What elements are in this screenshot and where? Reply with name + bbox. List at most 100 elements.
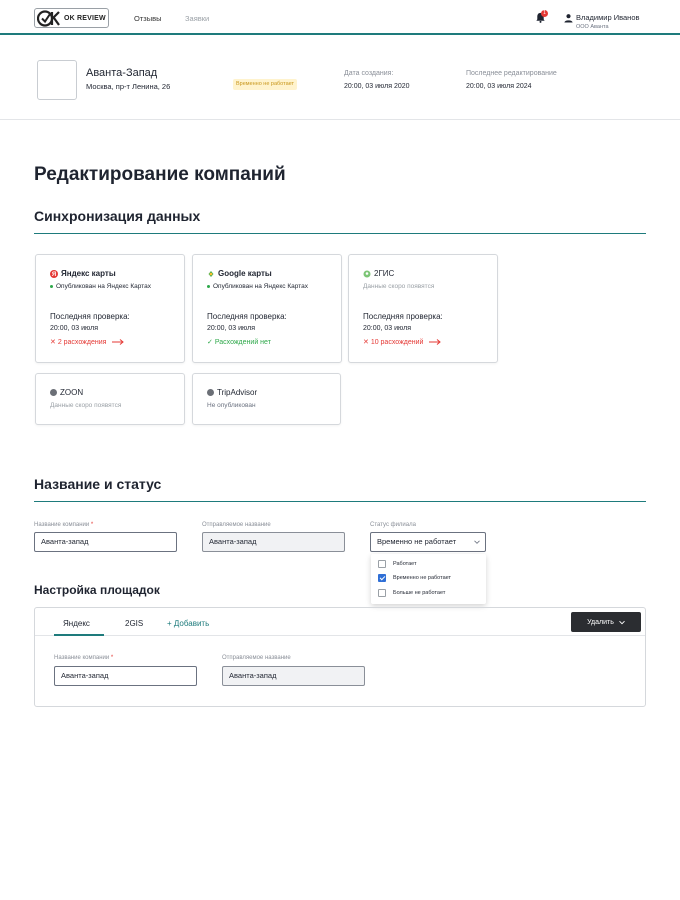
- platform-card-yandex[interactable]: Я Яндекс карты Опубликован на Яндекс Кар…: [35, 254, 185, 363]
- card-status-text: Опубликован на Яндекс Картах: [56, 283, 151, 290]
- card-name: Google карты: [218, 269, 272, 278]
- edited-value: 20:00, 03 июля 2024: [466, 83, 532, 90]
- cross-icon: ✕: [363, 339, 371, 346]
- platform-card-tripadvisor[interactable]: TripAdvisor Не опубликован: [192, 373, 341, 425]
- branch-status-label: Статус филиала: [370, 522, 416, 528]
- diff-link[interactable]: ✕ 2 расхождения: [50, 338, 125, 346]
- check-label: Последняя проверка:: [50, 312, 130, 321]
- check-label: Последняя проверка:: [363, 312, 443, 321]
- published-dot-icon: [50, 285, 53, 288]
- status-option-temporarily-closed[interactable]: Временно не работает: [378, 574, 451, 582]
- required-mark: *: [90, 522, 94, 528]
- platforms-panel: Яндекс 2GIS + Добавить Удалить Название …: [34, 607, 646, 707]
- card-status: Опубликован на Яндекс Картах: [50, 283, 151, 290]
- company-header: Аванта-Запад Москва, пр-т Ленина, 26 Вре…: [0, 35, 680, 120]
- check-icon: ✓: [207, 339, 215, 346]
- logo-mark-icon: [37, 9, 60, 27]
- 2gis-icon: [363, 270, 371, 277]
- diff-text: 2 расхождения: [57, 338, 107, 346]
- chevron-down-icon: [619, 620, 625, 624]
- published-dot-icon: [207, 285, 210, 288]
- tab-2gis[interactable]: 2GIS: [125, 619, 143, 628]
- nav-requests[interactable]: Заявки: [185, 14, 209, 23]
- user-name[interactable]: Владимир Иванов: [576, 13, 639, 22]
- branch-status-select[interactable]: Временно не работает: [370, 532, 486, 552]
- card-title: Я Яндекс карты: [50, 269, 116, 278]
- company-name: Аванта-Запад: [86, 67, 158, 79]
- user-icon[interactable]: [564, 13, 573, 23]
- platform-card-google[interactable]: Google карты Опубликован на Яндекс Карта…: [192, 254, 342, 363]
- platform-tabs: Яндекс 2GIS + Добавить Удалить: [35, 608, 645, 636]
- nav-reviews[interactable]: Отзывы: [134, 14, 161, 23]
- yandex-icon: Я: [50, 269, 58, 278]
- platform-company-name-label: Название компании *: [54, 655, 113, 661]
- status-option-closed[interactable]: Больше не работает: [378, 589, 445, 597]
- card-title: ZOON: [50, 388, 83, 397]
- option-label: Временно не работает: [393, 575, 452, 581]
- sync-section-divider: [34, 233, 646, 234]
- option-label: Работает: [393, 561, 417, 567]
- card-name: ZOON: [60, 388, 84, 397]
- status-option-working[interactable]: Работает: [378, 560, 417, 568]
- delete-button-label: Удалить: [587, 618, 614, 626]
- user-org: ООО Аванта: [576, 24, 609, 30]
- card-title: TripAdvisor: [207, 388, 257, 397]
- platform-card-2gis[interactable]: 2ГИС Данные скоро появятся Последняя про…: [348, 254, 498, 363]
- arrow-right-icon: [429, 339, 442, 345]
- logo[interactable]: OK REVIEW: [34, 8, 109, 28]
- sync-section-title: Синхронизация данных: [34, 208, 201, 224]
- active-tab-indicator: [54, 634, 104, 636]
- card-status-text: Опубликован на Яндекс Картах: [213, 283, 308, 290]
- check-date: 20:00, 03 июля: [363, 325, 412, 332]
- edited-label: Последнее редактирование: [466, 70, 557, 77]
- name-status-section-title: Название и статус: [34, 476, 162, 492]
- platform-card-zoon[interactable]: ZOON Данные скоро появятся: [35, 373, 185, 425]
- created-label: Дата создания:: [344, 70, 394, 77]
- google-icon: [208, 270, 214, 277]
- checkbox[interactable]: [378, 589, 386, 597]
- branch-status-dropdown: Работает Временно не работает Больше не …: [371, 554, 486, 604]
- check-date: 20:00, 03 июля: [207, 325, 256, 332]
- platform-display-name-input[interactable]: Аванта-запад: [222, 666, 365, 686]
- diff-link[interactable]: ✕ 10 расхождений: [363, 338, 442, 346]
- card-name: TripAdvisor: [217, 388, 258, 397]
- arrow-right-icon: [112, 339, 125, 345]
- company-avatar: [37, 60, 77, 100]
- diff-status: ✓ Расхождений нет: [207, 338, 271, 347]
- required-mark: *: [110, 655, 114, 661]
- created-value: 20:00, 03 июля 2020: [344, 83, 410, 90]
- tripadvisor-icon: [207, 389, 214, 396]
- chevron-down-icon: [474, 540, 480, 544]
- status-badge: Временно не работает: [233, 79, 298, 90]
- card-status: Опубликован на Яндекс Картах: [207, 283, 308, 290]
- platform-display-name-label: Отправляемое название: [222, 655, 291, 661]
- display-name-label: Отправляемое название: [202, 522, 271, 528]
- tab-yandex[interactable]: Яндекс: [63, 619, 90, 634]
- label-text: Название компании: [54, 655, 110, 661]
- top-bar: OK REVIEW Отзывы Заявки 1 Владимир Ивано…: [0, 0, 680, 35]
- checkbox[interactable]: [378, 560, 386, 568]
- label-text: Название компании: [34, 522, 90, 528]
- name-status-section-divider: [34, 501, 646, 502]
- company-name-input[interactable]: Аванта-запад: [34, 532, 177, 552]
- delete-button[interactable]: Удалить: [571, 612, 641, 632]
- check-label: Последняя проверка:: [207, 312, 287, 321]
- logo-text: OK REVIEW: [64, 14, 106, 22]
- card-title: 2ГИС: [363, 269, 394, 278]
- card-title: Google карты: [207, 269, 272, 278]
- zoon-icon: [50, 389, 57, 396]
- card-name: Яндекс карты: [61, 269, 116, 278]
- display-name-input[interactable]: Аванта-запад: [202, 532, 345, 552]
- card-status: Не опубликован: [207, 402, 256, 409]
- card-status: Данные скоро появятся: [50, 402, 122, 409]
- notification-badge: 1: [541, 10, 548, 17]
- diff-text: 10 расхождений: [370, 338, 424, 346]
- check-date: 20:00, 03 июля: [50, 325, 99, 332]
- page-title: Редактирование компаний: [34, 164, 286, 185]
- company-address: Москва, пр-т Ленина, 26: [86, 82, 171, 91]
- checkbox-checked[interactable]: [378, 574, 386, 582]
- add-platform-button[interactable]: + Добавить: [167, 619, 209, 628]
- diff-text: Расхождений нет: [214, 338, 271, 346]
- platforms-section-title: Настройка площадок: [34, 583, 160, 597]
- platform-company-name-input[interactable]: Аванта-запад: [54, 666, 197, 686]
